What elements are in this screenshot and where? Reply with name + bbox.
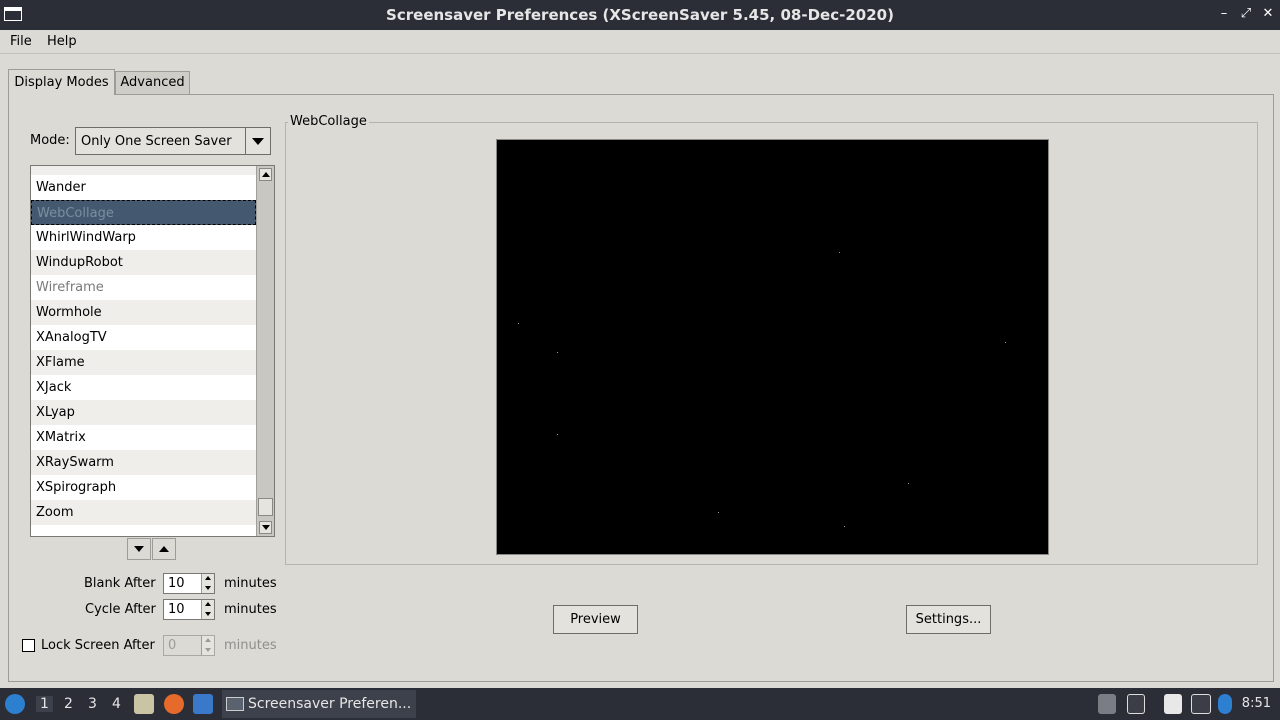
previous-saver-button[interactable] <box>152 538 176 560</box>
star-dot <box>844 526 845 527</box>
clock[interactable]: 8:51 <box>1242 696 1271 711</box>
preview-button[interactable]: Preview <box>553 605 638 634</box>
list-item[interactable]: WhirlWindWarp <box>31 225 256 250</box>
preview-frame-title: WebCollage <box>288 114 369 129</box>
menu-file[interactable]: File <box>10 34 32 49</box>
notification-icon[interactable] <box>1218 694 1232 714</box>
workspace-3[interactable]: 3 <box>88 696 97 712</box>
lock-after-unit: minutes <box>224 638 277 653</box>
list-item[interactable]: XAnalogTV <box>31 325 256 350</box>
maximize-button[interactable]: ⤢ <box>1237 5 1255 23</box>
tab-advanced[interactable]: Advanced <box>115 71 190 94</box>
saver-list[interactable]: Voronoi Wander WebCollage WhirlWindWarp … <box>30 165 275 537</box>
tab-display-modes[interactable]: Display Modes <box>8 69 115 95</box>
blank-after-value: 10 <box>168 576 185 591</box>
mode-dropdown[interactable]: Only One Screen Saver <box>75 127 271 155</box>
title-bar: Screensaver Preferences (XScreenSaver 5.… <box>0 0 1280 30</box>
menu-bar: File Help <box>0 30 1280 54</box>
list-item[interactable]: XJack <box>31 375 256 400</box>
mode-dropdown-value: Only One Screen Saver <box>81 134 232 149</box>
list-item[interactable]: XMatrix <box>31 425 256 450</box>
cycle-after-unit: minutes <box>224 602 277 617</box>
cycle-after-spinner[interactable]: 10 <box>163 599 215 620</box>
firefox-icon[interactable] <box>164 694 184 714</box>
network-icon[interactable] <box>1191 694 1211 714</box>
list-item[interactable]: WindupRobot <box>31 250 256 275</box>
list-item[interactable]: XLyap <box>31 400 256 425</box>
blank-after-spinner[interactable]: 10 <box>163 573 215 594</box>
list-item-selected[interactable]: WebCollage <box>31 200 256 225</box>
window-icon <box>226 697 244 711</box>
list-item[interactable]: Voronoi <box>31 166 256 175</box>
file-manager-icon[interactable] <box>134 694 154 714</box>
blank-after-unit: minutes <box>224 576 277 591</box>
list-item[interactable]: XRaySwarm <box>31 450 256 475</box>
star-dot <box>1005 342 1006 343</box>
spinner-arrows-icon <box>201 636 214 655</box>
workspace-2[interactable]: 2 <box>64 696 73 712</box>
cycle-after-value: 10 <box>168 602 185 617</box>
lock-after-spinner: 0 <box>163 635 215 656</box>
close-button[interactable]: ✕ <box>1259 5 1277 23</box>
minimize-button[interactable]: – <box>1215 5 1233 23</box>
tray-update-icon[interactable] <box>1098 694 1116 714</box>
list-scrollbar[interactable] <box>256 166 274 536</box>
clipboard-icon[interactable] <box>1164 694 1182 714</box>
workspace-4[interactable]: 4 <box>112 696 121 712</box>
list-item[interactable]: Zoom <box>31 500 256 525</box>
blank-after-label: Blank After <box>84 576 156 591</box>
list-item[interactable]: Wormhole <box>31 300 256 325</box>
scroll-down-icon[interactable] <box>259 521 272 534</box>
chevron-down-icon[interactable] <box>245 128 270 154</box>
task-screensaver-preferences[interactable]: Screensaver Preferen... <box>222 690 416 718</box>
mode-label: Mode: <box>30 133 70 148</box>
list-item[interactable]: XFlame <box>31 350 256 375</box>
settings-button[interactable]: Settings... <box>906 605 991 634</box>
window-title: Screensaver Preferences (XScreenSaver 5.… <box>386 6 894 24</box>
list-item[interactable]: Wireframe <box>31 275 256 300</box>
task-title: Screensaver Preferen... <box>248 696 412 712</box>
spinner-arrows-icon[interactable] <box>201 600 214 619</box>
workspace-1[interactable]: 1 <box>36 696 53 712</box>
lock-after-value: 0 <box>168 638 177 653</box>
preview-canvas <box>496 139 1049 555</box>
list-item[interactable]: Wander <box>31 175 256 200</box>
lock-screen-label[interactable]: Lock Screen After <box>41 638 155 653</box>
menu-help[interactable]: Help <box>47 34 77 49</box>
scrollbar-thumb[interactable] <box>258 498 273 516</box>
saver-list-items: Voronoi Wander WebCollage WhirlWindWarp … <box>31 166 256 525</box>
volume-icon[interactable] <box>1127 694 1145 714</box>
lock-screen-checkbox[interactable] <box>22 639 35 652</box>
star-dot <box>557 352 558 353</box>
star-dot <box>908 483 909 484</box>
scroll-up-icon[interactable] <box>259 168 272 181</box>
star-dot <box>557 434 558 435</box>
desktop-icon[interactable] <box>193 694 213 714</box>
list-item[interactable]: XSpirograph <box>31 475 256 500</box>
cycle-after-label: Cycle After <box>85 602 156 617</box>
start-menu-icon[interactable] <box>5 694 25 714</box>
spinner-arrows-icon[interactable] <box>201 574 214 593</box>
taskbar: 1 2 3 4 Screensaver Preferen... 8:51 <box>0 688 1280 720</box>
star-dot <box>518 323 519 324</box>
star-dot <box>718 512 719 513</box>
next-saver-button[interactable] <box>127 538 151 560</box>
star-dot <box>839 252 840 253</box>
